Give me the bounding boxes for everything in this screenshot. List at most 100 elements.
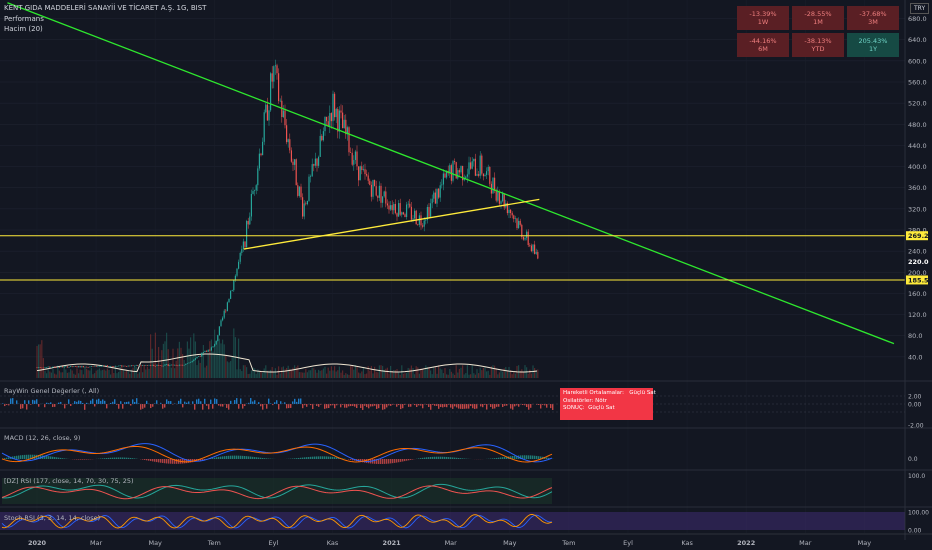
macd-hist xyxy=(122,457,124,459)
volume-bar xyxy=(511,374,513,378)
volume-bar xyxy=(502,371,504,378)
macd-hist xyxy=(152,459,154,462)
raywin-bar xyxy=(416,404,418,407)
volume-bar xyxy=(209,341,211,378)
raywin-bar xyxy=(124,402,126,404)
candle-body xyxy=(236,268,238,276)
raywin-bar xyxy=(408,404,410,407)
volume-bar xyxy=(146,366,148,378)
volume-bar xyxy=(95,370,97,378)
volume-bar xyxy=(222,339,224,378)
raywin-bar xyxy=(178,400,180,404)
candle-body xyxy=(150,365,152,366)
volume-bar xyxy=(140,365,142,378)
raywin-bar xyxy=(60,401,62,404)
candle-body xyxy=(420,215,422,226)
raywin-bar xyxy=(384,404,386,410)
candle-body xyxy=(52,366,54,368)
raywin-bar xyxy=(254,400,256,404)
volume-bar xyxy=(204,367,206,378)
candle-body xyxy=(436,188,438,204)
macd-hist xyxy=(142,459,144,460)
raywin-bar xyxy=(266,404,268,409)
price-badge-label: 269.2 xyxy=(908,232,929,240)
chart-canvas[interactable]: 40.080.0120.0160.0200.0240.0280.0320.036… xyxy=(0,0,932,550)
time-tick-label: Mar xyxy=(90,539,103,547)
volume-bar xyxy=(366,373,368,378)
volume-bar xyxy=(191,356,193,378)
volume-bar xyxy=(247,374,249,378)
volume-bar xyxy=(39,344,41,378)
currency-badge[interactable]: TRY xyxy=(910,3,930,14)
raywin-bar xyxy=(490,404,492,407)
raywin-bar xyxy=(498,404,500,407)
volume-bar xyxy=(142,372,144,378)
macd-hist xyxy=(424,457,426,459)
candle-body xyxy=(273,66,275,82)
raywin-bar xyxy=(300,398,302,404)
candle-body xyxy=(103,365,105,367)
candle-body xyxy=(513,215,515,219)
pane-label-raywin: RayWin Genel Değerler (, All) xyxy=(4,387,100,395)
raywin-bar xyxy=(476,404,478,409)
volume-bar xyxy=(228,362,230,378)
candle-body xyxy=(97,366,99,368)
candle-body xyxy=(278,73,280,101)
candle-body xyxy=(222,317,224,321)
volume-bar xyxy=(345,373,347,378)
candle-body xyxy=(250,193,252,217)
macd-hist xyxy=(526,455,528,459)
raywin-bar xyxy=(198,398,200,404)
macd-hist xyxy=(296,458,298,459)
volume-bar xyxy=(396,369,398,378)
candle-body xyxy=(201,352,203,357)
candle-body xyxy=(68,366,70,368)
macd-hist xyxy=(532,455,534,459)
macd-hist xyxy=(408,459,410,461)
volume-bar xyxy=(382,365,384,378)
raywin-bar xyxy=(66,404,68,405)
candle-body xyxy=(84,366,86,368)
volume-bar xyxy=(423,370,425,378)
macd-hist xyxy=(232,455,234,459)
volume-bar xyxy=(346,374,348,378)
volume-bar xyxy=(225,355,227,378)
macd-hist xyxy=(458,457,460,459)
macd-hist xyxy=(160,459,162,463)
volume-bar xyxy=(270,369,272,378)
candle-body xyxy=(423,220,425,227)
price-badge-label: 220.0 xyxy=(908,258,929,266)
raywin-bar xyxy=(278,404,280,410)
macd-hist xyxy=(230,455,232,459)
macd-hist xyxy=(534,455,536,459)
raywin-bar xyxy=(184,401,186,404)
raywin-bar xyxy=(220,404,222,407)
raywin-bar xyxy=(168,401,170,404)
volume-bar xyxy=(154,332,156,378)
volume-bar xyxy=(185,364,187,378)
macd-hist xyxy=(440,456,442,459)
macd-hist xyxy=(546,457,548,459)
volume-bar xyxy=(135,366,137,378)
raywin-bar xyxy=(110,402,112,404)
candle-body xyxy=(294,159,296,165)
perf-cell-3m: -37.68% 3M xyxy=(847,6,899,30)
candle-body xyxy=(465,176,467,179)
volume-bar xyxy=(466,365,468,378)
candle-body xyxy=(511,213,513,216)
raywin-bar xyxy=(210,399,212,404)
volume-bar xyxy=(348,374,350,378)
raywin-bar xyxy=(334,404,336,409)
volume-bar xyxy=(526,367,528,378)
candle-body xyxy=(326,116,328,122)
volume-bar xyxy=(239,369,241,378)
macd-hist xyxy=(426,457,428,459)
raywin-bar xyxy=(152,404,154,407)
candle-body xyxy=(367,175,369,181)
macd-hist xyxy=(256,457,258,459)
candle-body xyxy=(223,310,225,318)
volume-bar xyxy=(298,372,300,378)
raywin-bar xyxy=(316,404,318,406)
raywin-bar xyxy=(74,401,76,404)
macd-hist xyxy=(528,455,530,459)
